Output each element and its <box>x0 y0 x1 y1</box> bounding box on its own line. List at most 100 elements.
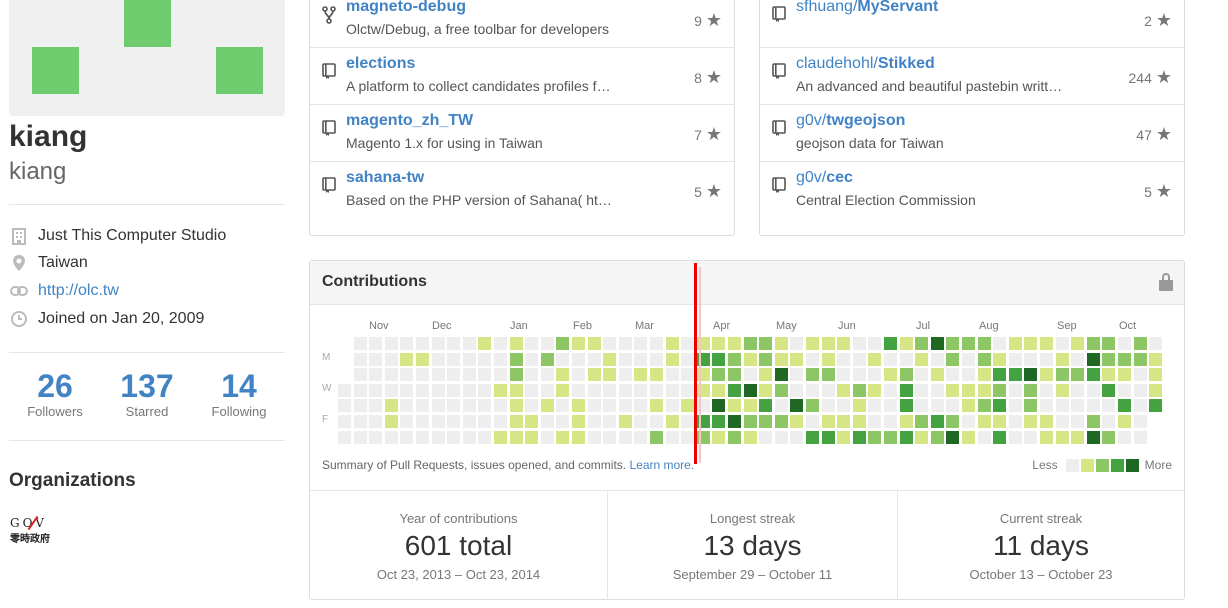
contribution-day[interactable] <box>369 368 383 382</box>
contribution-day[interactable] <box>759 430 773 444</box>
contribution-day[interactable] <box>400 368 414 382</box>
contribution-day[interactable] <box>743 399 757 413</box>
contribution-day[interactable] <box>774 399 788 413</box>
contribution-day[interactable] <box>806 352 819 366</box>
contribution-day[interactable] <box>806 337 819 350</box>
contribution-day[interactable] <box>837 337 851 350</box>
contribution-day[interactable] <box>447 399 461 413</box>
contribution-day[interactable] <box>572 368 585 382</box>
contribution-day[interactable] <box>930 430 944 444</box>
contribution-day[interactable] <box>509 383 523 397</box>
contribution-day[interactable] <box>884 337 897 350</box>
contribution-day[interactable] <box>603 383 617 397</box>
contribution-day[interactable] <box>1133 430 1147 444</box>
contribution-day[interactable] <box>759 383 773 397</box>
contribution-day[interactable] <box>1133 352 1147 366</box>
contribution-day[interactable] <box>852 368 866 382</box>
contribution-day[interactable] <box>556 399 570 413</box>
contribution-day[interactable] <box>915 368 929 382</box>
contribution-day[interactable] <box>462 430 476 444</box>
contribution-day[interactable] <box>587 430 601 444</box>
contribution-day[interactable] <box>993 415 1007 428</box>
contribution-day[interactable] <box>400 352 414 366</box>
contribution-day[interactable] <box>774 383 788 397</box>
contribution-day[interactable] <box>384 415 398 428</box>
contribution-day[interactable] <box>447 352 461 366</box>
contribution-day[interactable] <box>431 352 445 366</box>
contribution-day[interactable] <box>962 415 975 428</box>
contribution-day[interactable] <box>462 368 476 382</box>
contribution-day[interactable] <box>1133 337 1147 350</box>
contribution-day[interactable] <box>416 430 429 444</box>
contribution-day[interactable] <box>899 399 913 413</box>
contribution-day[interactable] <box>1149 368 1163 382</box>
contribution-day[interactable] <box>509 415 523 428</box>
contribution-day[interactable] <box>852 352 866 366</box>
contribution-day[interactable] <box>1024 368 1038 382</box>
contribution-day[interactable] <box>587 399 601 413</box>
contribution-day[interactable] <box>447 415 461 428</box>
contribution-day[interactable] <box>556 368 570 382</box>
contribution-day[interactable] <box>400 337 414 350</box>
contribution-day[interactable] <box>837 352 851 366</box>
contribution-day[interactable] <box>369 337 383 350</box>
contribution-day[interactable] <box>665 352 679 366</box>
contribution-day[interactable] <box>369 352 383 366</box>
contribution-day[interactable] <box>494 383 507 397</box>
contribution-day[interactable] <box>806 399 819 413</box>
contribution-day[interactable] <box>728 368 741 382</box>
contribution-day[interactable] <box>665 430 679 444</box>
contribution-day[interactable] <box>712 415 726 428</box>
contribution-day[interactable] <box>400 430 414 444</box>
contribution-day[interactable] <box>1149 399 1163 413</box>
contribution-day[interactable] <box>743 352 757 366</box>
contribution-day[interactable] <box>743 337 757 350</box>
contribution-day[interactable] <box>1118 383 1131 397</box>
contribution-day[interactable] <box>509 337 523 350</box>
contribution-day[interactable] <box>837 430 851 444</box>
contribution-day[interactable] <box>993 352 1007 366</box>
contribution-day[interactable] <box>462 399 476 413</box>
contribution-day[interactable] <box>1055 430 1069 444</box>
contribution-day[interactable] <box>540 399 554 413</box>
contribution-day[interactable] <box>790 368 804 382</box>
repo-link[interactable]: sahana-tw <box>346 169 424 187</box>
contribution-day[interactable] <box>447 337 461 350</box>
contribution-day[interactable] <box>712 430 726 444</box>
contribution-day[interactable] <box>1071 399 1085 413</box>
contribution-day[interactable] <box>1055 383 1069 397</box>
contribution-day[interactable] <box>915 415 929 428</box>
repo-item[interactable]: claudehohl/Stikked An advanced and beauti… <box>760 48 1184 105</box>
contribution-day[interactable] <box>681 399 695 413</box>
contribution-day[interactable] <box>540 383 554 397</box>
contribution-day[interactable] <box>681 430 695 444</box>
contribution-day[interactable] <box>884 368 897 382</box>
contribution-day[interactable] <box>1149 337 1163 350</box>
contribution-day[interactable] <box>587 352 601 366</box>
contribution-day[interactable] <box>884 415 897 428</box>
contribution-day[interactable] <box>930 383 944 397</box>
contribution-day[interactable] <box>1118 415 1131 428</box>
lock-icon[interactable] <box>1159 273 1173 291</box>
repo-item[interactable]: magneto-debug Olctw/Debug, a free toolbar… <box>310 0 734 48</box>
contribution-day[interactable] <box>1008 399 1022 413</box>
contribution-day[interactable] <box>618 337 632 350</box>
contribution-day[interactable] <box>1024 415 1038 428</box>
contribution-day[interactable] <box>509 368 523 382</box>
contribution-day[interactable] <box>603 430 617 444</box>
repo-link[interactable]: magento_zh_TW <box>346 112 473 130</box>
contribution-day[interactable] <box>525 368 539 382</box>
contribution-day[interactable] <box>1102 383 1116 397</box>
contribution-day[interactable] <box>977 383 991 397</box>
contribution-day[interactable] <box>1071 415 1085 428</box>
contribution-day[interactable] <box>790 399 804 413</box>
contribution-day[interactable] <box>1118 368 1131 382</box>
contribution-day[interactable] <box>962 337 975 350</box>
contribution-day[interactable] <box>1102 368 1116 382</box>
contribution-day[interactable] <box>369 383 383 397</box>
contribution-day[interactable] <box>790 337 804 350</box>
contribution-day[interactable] <box>899 430 913 444</box>
contribution-day[interactable] <box>681 352 695 366</box>
contribution-day[interactable] <box>681 368 695 382</box>
contribution-day[interactable] <box>478 399 492 413</box>
